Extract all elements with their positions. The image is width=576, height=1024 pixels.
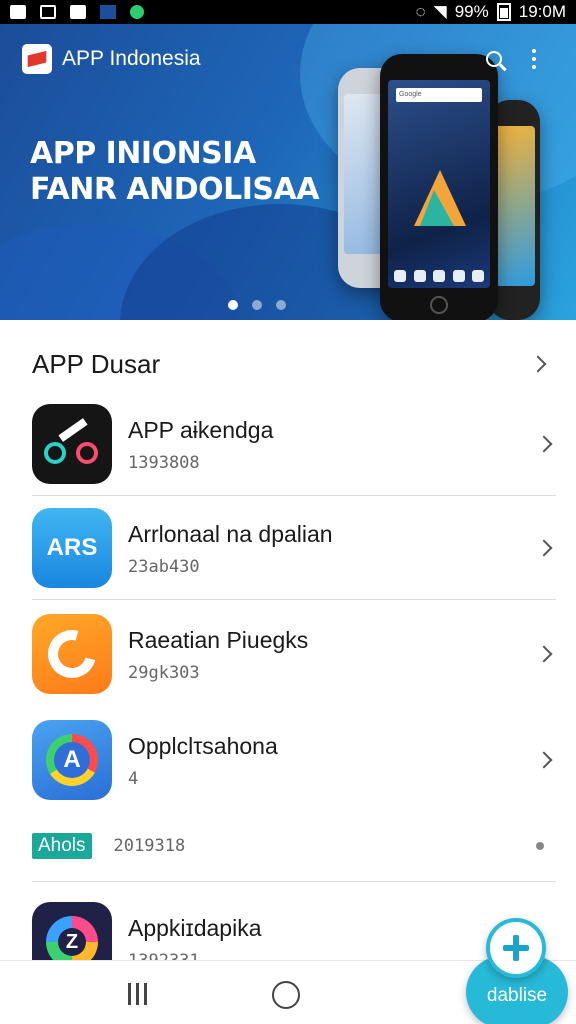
clock: 19:0M bbox=[518, 2, 566, 21]
image-icon bbox=[40, 5, 56, 19]
divider bbox=[32, 599, 556, 600]
divider bbox=[32, 881, 556, 882]
list-item[interactable]: APP aɨkendga 1393808 bbox=[32, 392, 556, 496]
orange-swirl-icon bbox=[32, 614, 112, 694]
phone-dock bbox=[394, 270, 484, 282]
carousel-dot[interactable] bbox=[276, 300, 286, 310]
more-dot-icon bbox=[536, 842, 544, 850]
app-subtitle: 4 bbox=[128, 769, 139, 789]
home-button[interactable] bbox=[272, 981, 300, 1009]
chevron-right-icon bbox=[535, 539, 553, 557]
app-subtitle: 29gk303 bbox=[128, 663, 200, 683]
chevron-right-icon bbox=[529, 355, 547, 373]
aks-logo-icon: ARS bbox=[32, 508, 112, 588]
carousel-indicator[interactable] bbox=[228, 300, 286, 310]
app-logo-icon bbox=[22, 44, 52, 74]
recent-apps-button[interactable] bbox=[128, 983, 147, 1005]
section-title: APP Dusar bbox=[32, 348, 161, 379]
battery-text: 99% bbox=[454, 2, 489, 21]
app-subtitle: 1393808 bbox=[128, 453, 200, 473]
section-header[interactable]: APP Dusar bbox=[32, 336, 552, 392]
search-icon bbox=[486, 51, 502, 67]
add-button[interactable] bbox=[486, 918, 546, 978]
chevron-right-icon bbox=[535, 645, 553, 663]
wifi-icon: ◥ bbox=[433, 2, 447, 21]
carousel-dot[interactable] bbox=[252, 300, 262, 310]
phone-home-button-icon bbox=[430, 296, 448, 314]
hero-banner[interactable]: APP Indonesia APP INIONSIA FANR ANDOLISA… bbox=[0, 24, 576, 320]
fab-label: dablise bbox=[486, 985, 548, 1006]
notification-icons bbox=[10, 5, 144, 19]
list-item[interactable]: ARS Arrlonaal na dpalian 23ab430 bbox=[32, 496, 556, 600]
app-list: APP Dusar APP aɨkendga 1393808 ARS Arrlo… bbox=[0, 320, 576, 982]
hero-headline: APP INIONSIA FANR ANDOLISAA bbox=[30, 136, 319, 208]
chevron-right-icon bbox=[535, 751, 553, 769]
alarm-icon: ◌ bbox=[415, 2, 426, 21]
list-item[interactable]: Opplclτsahona 4 bbox=[32, 708, 556, 812]
box-icon bbox=[100, 5, 116, 19]
motorbike-icon bbox=[32, 404, 112, 484]
app-notification-icon bbox=[70, 5, 86, 19]
carousel-dot[interactable] bbox=[228, 300, 238, 310]
hero-headline-line1: APP INIONSIA bbox=[30, 136, 256, 171]
category-tag: Ahols bbox=[32, 833, 92, 859]
app-bar: APP Indonesia bbox=[0, 24, 576, 94]
list-item-tagged[interactable]: Ahols 2019318 bbox=[32, 820, 556, 872]
app-title: APP aɨkendga bbox=[128, 417, 274, 443]
kebab-menu-icon bbox=[532, 49, 536, 69]
notification-icon bbox=[10, 5, 26, 19]
list-item[interactable]: Raeatian Piuegks 29gk303 bbox=[32, 602, 556, 706]
app-title: Raeatian Piuegks bbox=[128, 627, 309, 653]
green-dot-icon bbox=[130, 5, 144, 19]
tag-value: 2019318 bbox=[113, 836, 186, 856]
battery-icon bbox=[496, 3, 511, 21]
chevron-right-icon bbox=[535, 435, 553, 453]
search-button[interactable] bbox=[474, 39, 514, 79]
overflow-menu-button[interactable] bbox=[514, 39, 554, 79]
color-ring-a-icon bbox=[32, 720, 112, 800]
app-title: Opplclτsahona bbox=[128, 733, 278, 759]
app-title: Arrlonaal na dpalian bbox=[128, 521, 333, 547]
status-bar: ◌ ◥ 99% 19:0M bbox=[0, 0, 576, 24]
app-title: APP Indonesia bbox=[62, 47, 201, 70]
plus-icon bbox=[503, 935, 529, 961]
app-subtitle: 23ab430 bbox=[128, 557, 200, 577]
status-indicators: ◌ ◥ 99% 19:0M bbox=[416, 2, 566, 22]
hero-headline-line2: FANR ANDOLISAA bbox=[30, 172, 319, 207]
